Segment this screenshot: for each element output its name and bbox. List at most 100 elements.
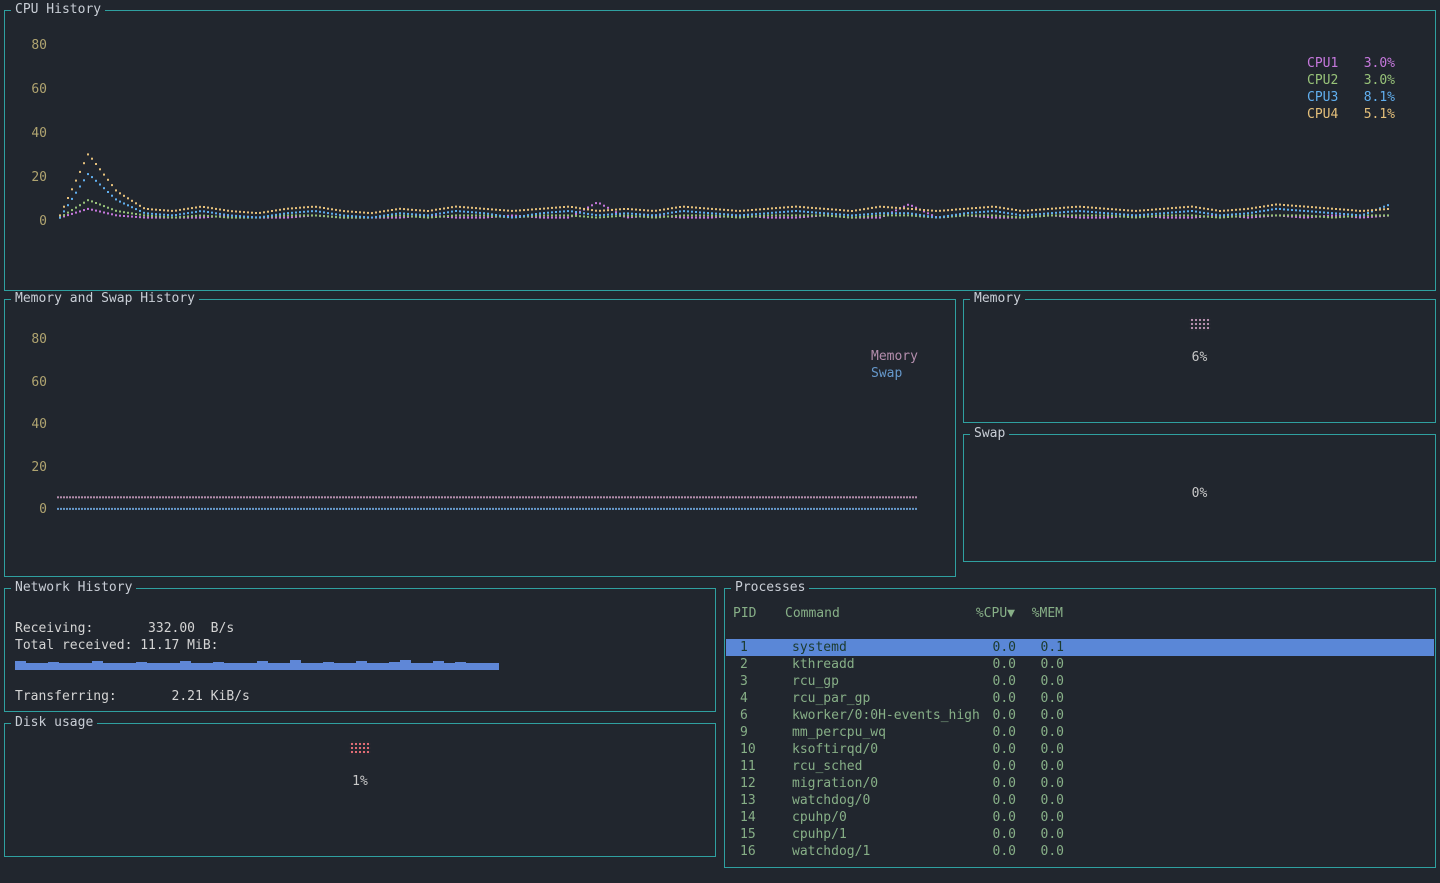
network-receiving-line: Receiving: 332.00 B/s	[15, 621, 234, 636]
cpu-legend-row: CPU23.0%	[1307, 72, 1395, 89]
column-header-mem[interactable]: %MEM	[1017, 605, 1063, 622]
process-pid: 6	[740, 707, 748, 724]
process-cpu: 0.0	[956, 792, 1016, 809]
process-cmd: ksoftirqd/0	[792, 741, 878, 758]
network-history-bar	[169, 663, 180, 670]
process-row[interactable]: 6kworker/0:0H-events_high0.00.0	[726, 707, 1434, 724]
network-history-bar	[279, 663, 290, 670]
process-pid: 13	[740, 792, 756, 809]
process-row[interactable]: 15cpuhp/10.00.0	[726, 826, 1434, 843]
process-cpu: 0.0	[956, 826, 1016, 843]
network-history-bar	[158, 663, 169, 670]
process-mem: 0.0	[1018, 690, 1064, 707]
process-pid: 4	[740, 690, 748, 707]
process-cmd: watchdog/1	[792, 843, 870, 860]
process-cpu: 0.0	[956, 724, 1016, 741]
memory-swap-history-chart	[5, 300, 955, 576]
network-history-bar	[224, 663, 235, 670]
process-row[interactable]: 11rcu_sched0.00.0	[726, 758, 1434, 775]
panel-processes: Processes PID Command %CPU▼ %MEM 1system…	[724, 588, 1436, 868]
process-mem: 0.0	[1018, 656, 1064, 673]
cpu-history-chart	[5, 11, 1435, 290]
panel-title: Processes	[731, 580, 809, 596]
process-row[interactable]: 12migration/00.00.0	[726, 775, 1434, 792]
cpu-legend-row: CPU38.1%	[1307, 89, 1395, 106]
process-mem: 0.0	[1018, 673, 1064, 690]
network-history-bar	[15, 661, 26, 670]
memory-gauge-icon	[1189, 317, 1211, 331]
network-history-bar	[301, 663, 312, 670]
process-table-body: 1systemd0.00.12kthreadd0.00.03rcu_gp0.00…	[726, 639, 1434, 866]
process-cpu: 0.0	[956, 690, 1016, 707]
process-mem: 0.0	[1018, 724, 1064, 741]
cpu-legend-label: CPU1	[1307, 55, 1338, 72]
cpu-legend-value: 8.1%	[1364, 89, 1395, 106]
process-cmd: mm_percpu_wq	[792, 724, 886, 741]
network-history-bar	[125, 663, 136, 670]
process-cmd: kthreadd	[792, 656, 855, 673]
network-history-bar	[290, 660, 301, 670]
process-mem: 0.0	[1018, 775, 1064, 792]
network-history-bar	[202, 663, 213, 670]
network-history-bar	[213, 662, 224, 670]
process-cmd: cpuhp/1	[792, 826, 847, 843]
network-history-bar	[37, 663, 48, 670]
panel-network-history: Network History Receiving: 332.00 B/s To…	[4, 588, 716, 712]
panel-title: Swap	[970, 426, 1009, 442]
panel-memory: Memory 6%	[963, 299, 1436, 423]
process-row[interactable]: 13 watchdog/0 0.00.0	[726, 792, 1434, 809]
network-history-bar	[103, 663, 114, 670]
process-row[interactable]: 9mm_percpu_wq0.00.0	[726, 724, 1434, 741]
process-mem: 0.0	[1018, 843, 1064, 860]
cpu-legend-label: CPU4	[1307, 106, 1338, 123]
process-row[interactable]: 10ksoftirqd/00.00.0	[726, 741, 1434, 758]
network-history-bar	[334, 663, 345, 670]
process-cpu: 0.0	[956, 809, 1016, 826]
network-history-bar	[191, 663, 202, 670]
process-row[interactable]: 3rcu_gp0.00.0	[726, 673, 1434, 690]
process-cpu: 0.0	[956, 741, 1016, 758]
network-history-bar	[466, 663, 477, 670]
network-history-bar	[180, 661, 191, 670]
process-pid: 10	[740, 741, 756, 758]
process-pid: 11	[740, 758, 756, 775]
network-history-bar	[48, 662, 59, 670]
network-history-bar	[389, 662, 400, 670]
process-pid: 15	[740, 826, 756, 843]
process-row[interactable]: 4rcu_par_gp0.00.0	[726, 690, 1434, 707]
process-cmd: systemd	[792, 639, 847, 656]
network-history-bar	[356, 661, 367, 670]
process-row[interactable]: 14cpuhp/00.00.0	[726, 809, 1434, 826]
cpu-legend-row: CPU1 3.0%	[1307, 55, 1395, 72]
network-history-bar	[268, 663, 279, 670]
panel-disk-usage: Disk usage 1%	[4, 723, 716, 857]
column-header-cpu-sorted[interactable]: %CPU▼	[955, 605, 1015, 622]
memory-usage-value: 6%	[964, 350, 1435, 365]
column-header-pid[interactable]: PID	[733, 605, 756, 622]
process-row-selected[interactable]: 1systemd0.00.1	[726, 639, 1434, 656]
network-history-bar	[59, 663, 70, 670]
process-mem: 0.0	[1018, 792, 1064, 809]
process-cpu: 0.0	[956, 758, 1016, 775]
panel-title: Memory	[970, 291, 1025, 307]
process-table-header: PID Command %CPU▼ %MEM	[725, 605, 1433, 622]
process-cpu: 0.0	[956, 656, 1016, 673]
process-row[interactable]: 16watchdog/10.00.0	[726, 843, 1434, 860]
network-history-bar	[114, 663, 125, 670]
process-pid: 16	[740, 843, 756, 860]
network-history-bar	[477, 663, 488, 670]
process-row[interactable]: 2kthreadd0.00.0	[726, 656, 1434, 673]
network-history-bar	[26, 663, 37, 670]
network-history-bar	[246, 663, 257, 670]
panel-title: Network History	[11, 580, 136, 596]
panel-cpu-history: CPU History 806040200 CPU13.0%CPU23.0%CP…	[4, 10, 1436, 291]
panel-swap: Swap 0%	[963, 434, 1436, 562]
network-history-bar	[488, 663, 499, 670]
process-mem: 0.0	[1018, 809, 1064, 826]
process-cpu: 0.0	[956, 639, 1016, 656]
column-header-command[interactable]: Command	[785, 605, 840, 622]
panel-memory-swap-history: Memory and Swap History 806040200 Memory…	[4, 299, 956, 577]
process-cmd: watchdog/0	[792, 792, 870, 809]
network-history-bar	[235, 663, 246, 670]
cpu-legend-value: 3.0%	[1364, 55, 1395, 72]
